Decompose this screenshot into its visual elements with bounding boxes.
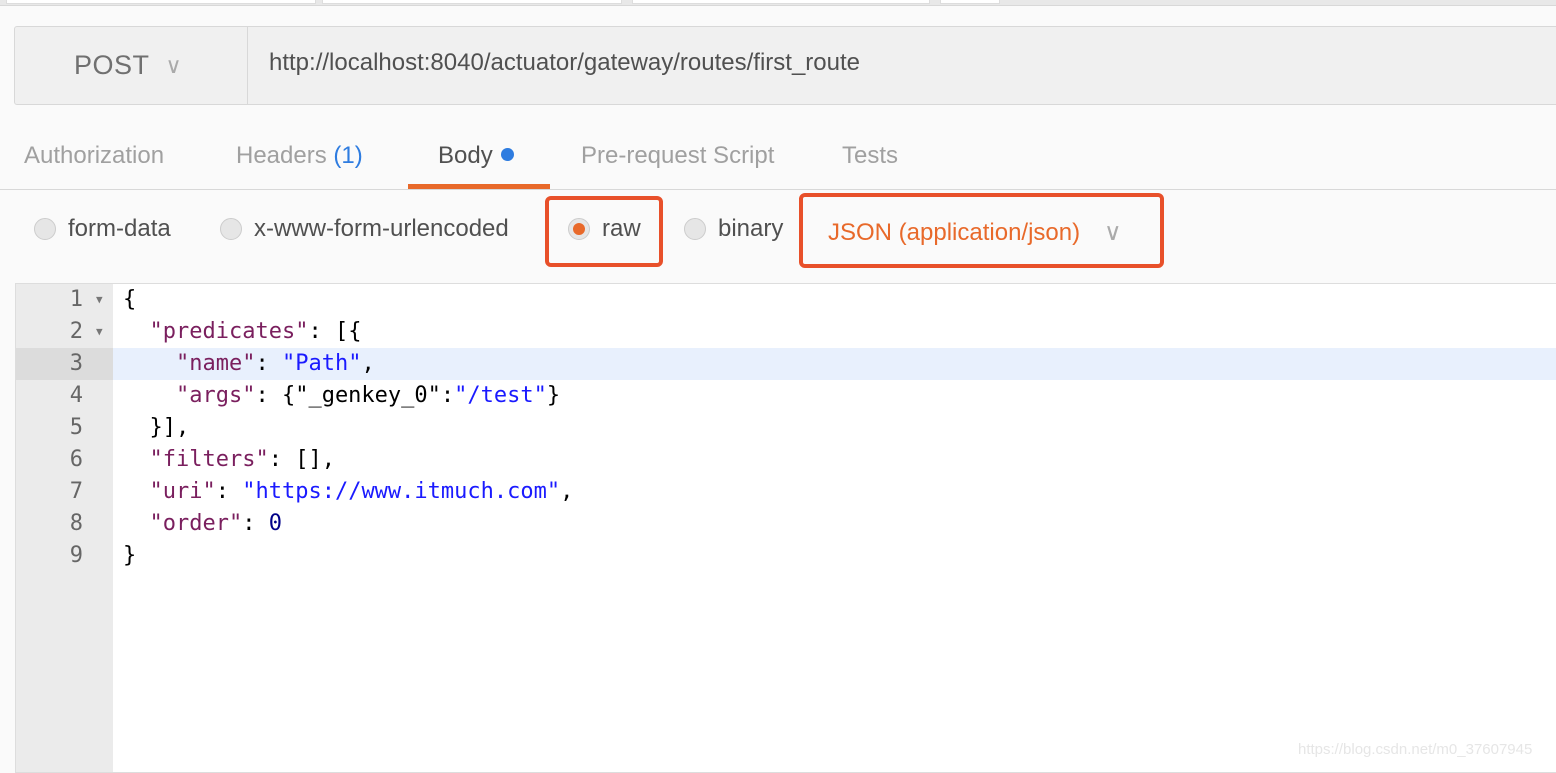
code-line[interactable]: 2 ▼ "predicates": [{ [16, 316, 1556, 348]
radio-circle-icon [34, 218, 56, 240]
tab-label: Pre-request Script [581, 142, 775, 169]
request-tabs: Authorization Headers (1) Body Pre-reque… [0, 128, 1556, 190]
code-token: : [242, 511, 269, 536]
code-token: } [546, 383, 561, 408]
method-label: POST [74, 50, 150, 80]
code-token: , [361, 351, 375, 376]
tab-label: Body [438, 142, 493, 169]
window-tab[interactable] [632, 0, 930, 4]
code-token: : [255, 351, 282, 376]
code-line[interactable]: 6 "filters": [], [16, 444, 1556, 476]
modified-dot-icon [500, 148, 514, 161]
line-number: 8 [69, 511, 83, 536]
code-token: : [{ [308, 319, 362, 344]
window-tab-strip [0, 0, 1556, 6]
code-token: "https://www.itmuch.com" [242, 479, 561, 504]
code-token: }], [123, 415, 190, 440]
code-token: 0 [268, 511, 282, 536]
annotation-box-raw [545, 196, 663, 267]
tab-tests[interactable]: Tests [842, 142, 898, 170]
code-token: "Path" [281, 351, 362, 376]
code-line[interactable]: 4 "args": {"_genkey_0":"/test"} [16, 380, 1556, 412]
code-token: : {"_genkey_0": [255, 383, 455, 408]
code-line[interactable]: 9} [16, 540, 1556, 572]
radio-label: binary [718, 215, 784, 242]
line-number: 5 [69, 415, 83, 440]
window-tab[interactable] [940, 0, 1000, 4]
url-input[interactable]: http://localhost:8040/actuator/gateway/r… [269, 49, 860, 77]
url-bar: POST ∨ http://localhost:8040/actuator/gat… [14, 26, 1556, 105]
tab-label: Tests [842, 142, 899, 169]
window-tab[interactable] [322, 0, 622, 4]
code-line[interactable]: 1 ▼{ [16, 284, 1556, 316]
code-line[interactable]: 5 }], [16, 412, 1556, 444]
line-number: 4 [69, 383, 83, 408]
tab-label: Headers [236, 142, 327, 169]
code-line[interactable]: 3 "name": "Path", [16, 348, 1556, 380]
code-line[interactable]: 7 "uri": "https://www.itmuch.com", [16, 476, 1556, 508]
headers-count-badge: (1) [333, 142, 363, 169]
line-number: 6 [69, 447, 83, 472]
tab-authorization[interactable]: Authorization [24, 142, 164, 170]
radio-label: form-data [68, 215, 171, 242]
method-select[interactable]: POST ∨ [15, 27, 248, 104]
code-token: : [215, 479, 243, 504]
radio-circle-icon [220, 218, 242, 240]
code-token: "predicates" [149, 319, 309, 344]
line-number: 7 [69, 479, 83, 504]
fold-arrow-icon[interactable]: ▼ [96, 284, 103, 316]
code-token: "filters" [149, 447, 269, 472]
tab-body[interactable]: Body [438, 142, 514, 170]
code-text: "uri": "https://www.itmuch.com", [123, 476, 574, 508]
code-editor[interactable]: 1 ▼{2 ▼ "predicates": [{3 "name": "Path", 4… [15, 283, 1556, 773]
radio-label: x-www-form-urlencoded [254, 215, 509, 242]
code-text: "filters": [], [123, 444, 335, 476]
chevron-down-icon[interactable]: ∨ [1104, 218, 1122, 247]
code-text: "name": "Path", [123, 348, 375, 380]
watermark: https://blog.csdn.net/m0_37607945 [1298, 741, 1533, 758]
code-token: : [], [268, 447, 335, 472]
code-token: "/test" [454, 383, 547, 408]
code-token: "uri" [149, 479, 216, 504]
line-number: 9 [69, 543, 83, 568]
code-line[interactable]: 8 "order": 0 [16, 508, 1556, 540]
code-text: }], [123, 412, 189, 444]
code-token: "name" [175, 351, 256, 376]
content-type-select[interactable]: JSON (application/json) [828, 219, 1080, 247]
window-tab[interactable] [6, 0, 316, 4]
code-token: "args" [175, 383, 256, 408]
active-tab-indicator [408, 184, 550, 189]
tab-pre-request-script[interactable]: Pre-request Script [581, 142, 774, 170]
code-token: , [560, 479, 574, 504]
code-token: { [123, 287, 137, 312]
code-text: "order": 0 [123, 508, 282, 540]
code-token: "order" [149, 511, 243, 536]
radio-form-data[interactable]: form-data [34, 215, 171, 243]
code-text: "predicates": [{ [123, 316, 362, 348]
code-text: { [123, 284, 136, 316]
chevron-down-icon: ∨ [165, 52, 183, 78]
tab-label: Authorization [24, 142, 165, 169]
radio-x-www-form-urlencoded[interactable]: x-www-form-urlencoded [220, 215, 509, 243]
code-token: } [123, 543, 137, 568]
code-text: "args": {"_genkey_0":"/test"} [123, 380, 560, 412]
radio-binary[interactable]: binary [684, 215, 783, 243]
code-text: } [123, 540, 136, 572]
radio-circle-icon [684, 218, 706, 240]
line-number: 3 [16, 348, 113, 380]
fold-arrow-icon[interactable]: ▼ [96, 316, 103, 348]
tab-headers[interactable]: Headers (1) [236, 142, 363, 170]
